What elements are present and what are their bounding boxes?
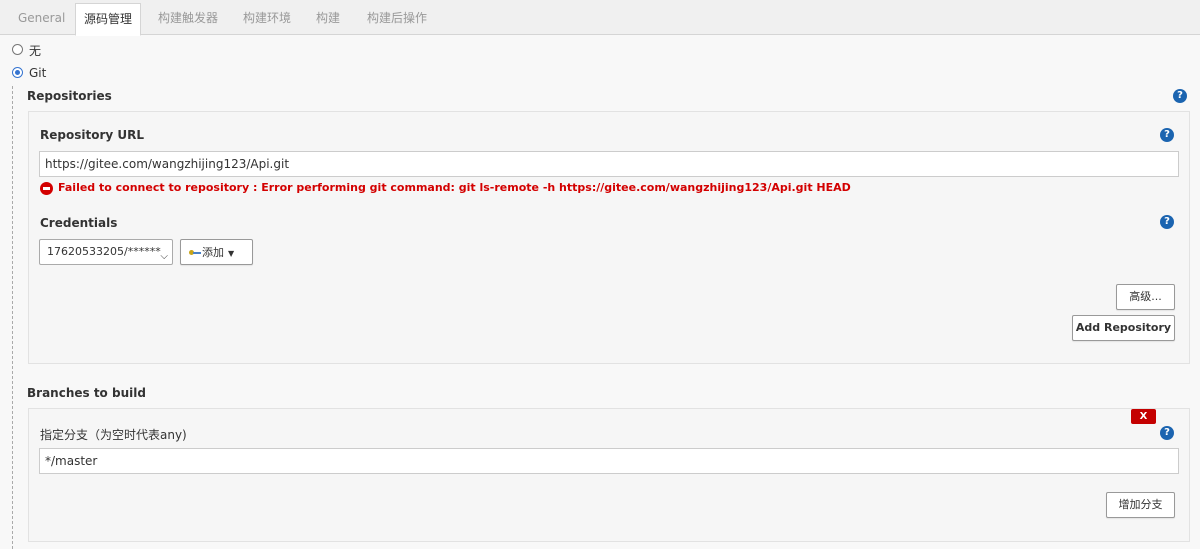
branch-specifier-input[interactable]: */master <box>39 448 1179 474</box>
tab-build-triggers[interactable]: 构建触发器 <box>150 4 226 35</box>
repositories-help-icon[interactable]: ? <box>1173 89 1187 103</box>
branch-specifier-help-icon[interactable]: ? <box>1160 426 1174 440</box>
repository-url-help-icon[interactable]: ? <box>1160 128 1174 142</box>
key-icon <box>189 249 201 257</box>
repository-url-input[interactable]: https://gitee.com/wangzhijing123/Api.git <box>39 151 1179 177</box>
repository-box <box>28 111 1190 364</box>
repositories-section-label: Repositories <box>27 89 112 103</box>
tab-build-environment[interactable]: 构建环境 <box>235 4 299 35</box>
config-tab-bar: General 源码管理 构建触发器 构建环境 构建 构建后操作 <box>0 0 1200 36</box>
branches-section-label: Branches to build <box>27 386 146 400</box>
credentials-selected-value: 17620533205/****** <box>47 245 161 258</box>
credentials-select[interactable]: 17620533205/****** ⌵ <box>39 239 173 265</box>
error-icon <box>40 182 53 195</box>
tab-post-build-actions[interactable]: 构建后操作 <box>359 4 435 35</box>
credentials-help-icon[interactable]: ? <box>1160 215 1174 229</box>
delete-branch-button[interactable]: X <box>1131 409 1156 424</box>
caret-down-icon: ▼ <box>228 248 235 258</box>
tab-source-code-management[interactable]: 源码管理 <box>75 3 142 36</box>
scm-git-label: Git <box>29 66 47 80</box>
add-repository-button[interactable]: Add Repository <box>1072 315 1175 341</box>
repository-error-message: Failed to connect to repository : Error … <box>58 181 851 194</box>
git-section-dashed-border <box>12 86 13 549</box>
add-credentials-label: 添加 <box>202 246 224 259</box>
tab-build[interactable]: 构建 <box>308 4 348 35</box>
add-branch-button[interactable]: 增加分支 <box>1106 492 1175 518</box>
scm-git-radio[interactable] <box>12 67 23 78</box>
scm-none-radio[interactable] <box>12 44 23 55</box>
scm-none-label: 无 <box>29 44 42 58</box>
tab-general[interactable]: General <box>10 4 73 35</box>
advanced-button[interactable]: 高级... <box>1116 284 1175 310</box>
repository-url-label: Repository URL <box>40 128 144 142</box>
branch-specifier-label: 指定分支（为空时代表any) <box>40 428 187 442</box>
credentials-label: Credentials <box>40 216 118 230</box>
chevron-down-icon: ⌵ <box>160 251 168 262</box>
branch-box <box>28 408 1190 542</box>
add-credentials-button[interactable]: 添加 ▼ <box>180 239 253 265</box>
